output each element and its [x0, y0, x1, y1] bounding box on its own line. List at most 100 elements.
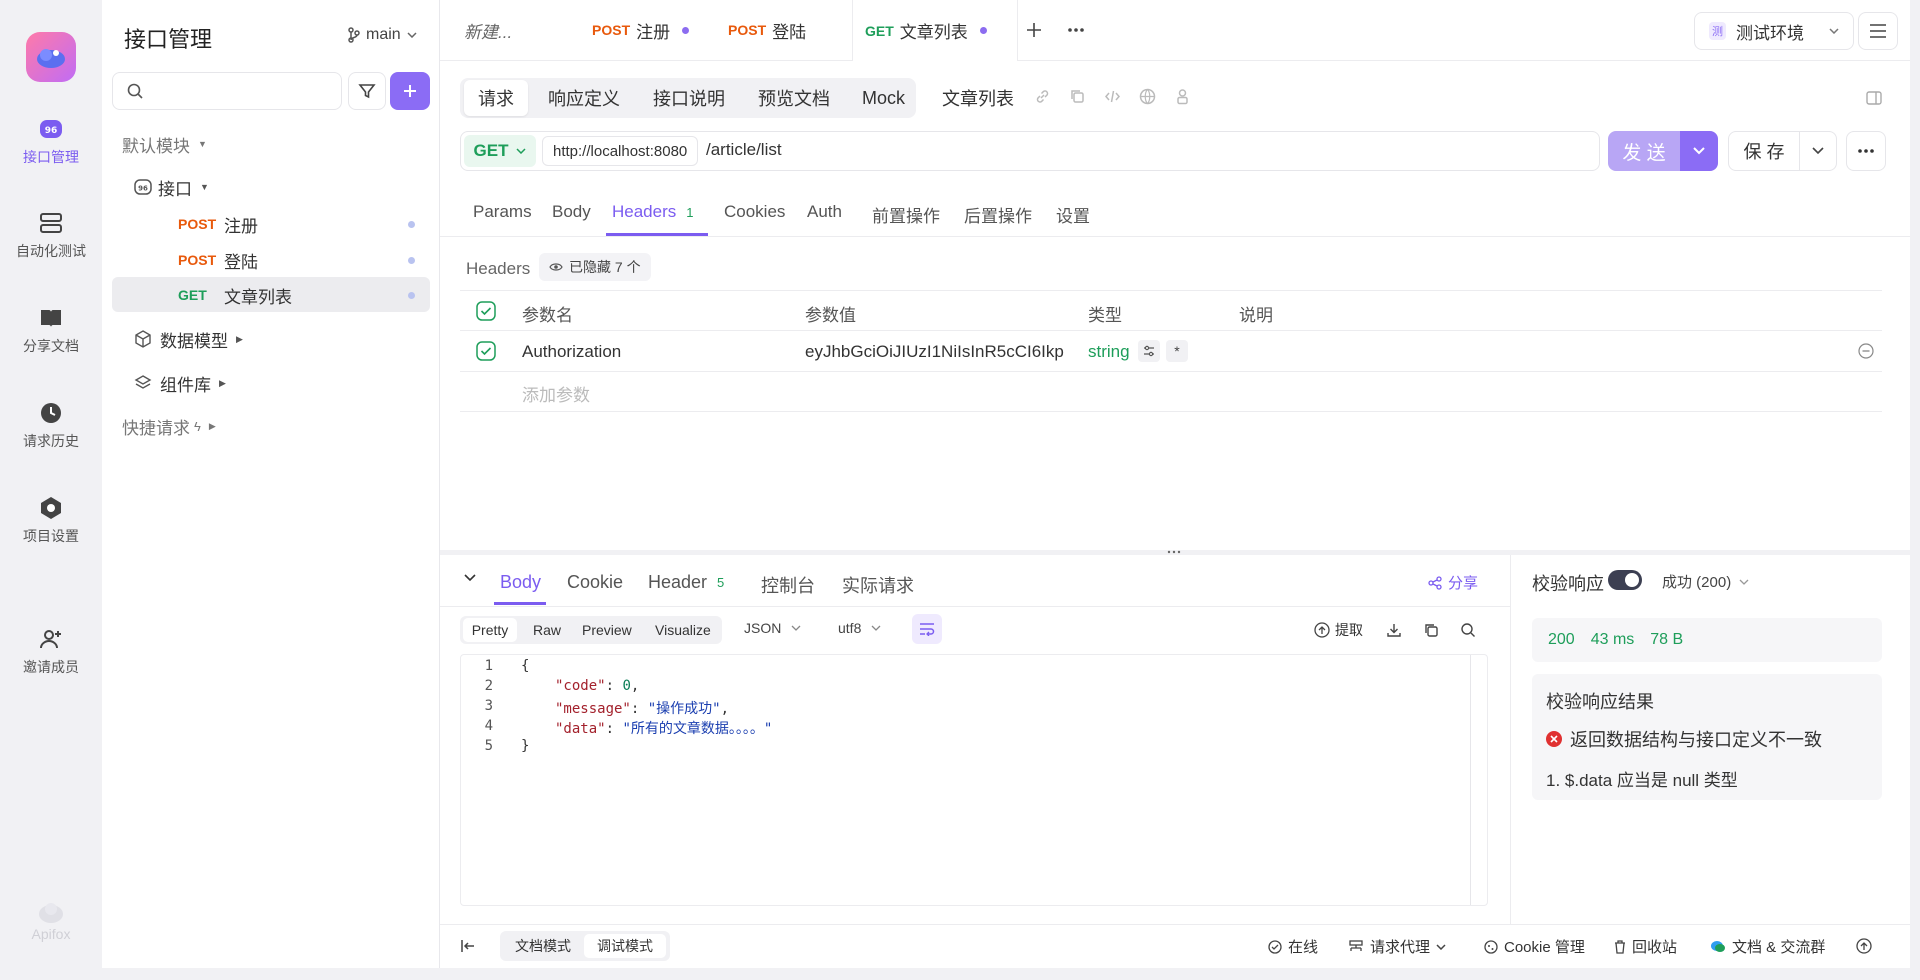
param-name-cell[interactable]: Authorization	[522, 342, 621, 362]
tab-cookies[interactable]: Cookies	[724, 202, 785, 222]
select-all-checkbox[interactable]	[476, 301, 496, 321]
extract-button[interactable]: 提取	[1314, 620, 1363, 640]
tab-article-list[interactable]: GET 文章列表	[852, 0, 1018, 61]
word-wrap-toggle[interactable]	[912, 614, 942, 644]
tab-login[interactable]: POST 登陆	[728, 0, 858, 60]
add-param-input[interactable]: 添加参数	[522, 381, 590, 406]
send-button[interactable]: 发 送	[1608, 131, 1680, 171]
doc-mode-button[interactable]: 文档模式	[503, 934, 583, 958]
segment-request[interactable]: 请求	[464, 80, 528, 116]
segment-mock[interactable]: Mock	[862, 80, 905, 116]
rail-invite[interactable]: 邀请成员	[0, 626, 102, 677]
environment-selector[interactable]: 测 测试环境	[1694, 12, 1854, 50]
main-menu-button[interactable]	[1858, 12, 1898, 50]
validate-status-select[interactable]: 成功 (200)	[1662, 571, 1749, 592]
folder-api[interactable]: 96 接口 ▼	[134, 170, 209, 204]
method-badge: POST	[178, 216, 217, 232]
online-status[interactable]: 在线	[1268, 936, 1318, 957]
collapse-sidebar-icon[interactable]	[460, 939, 476, 953]
rail-share-docs[interactable]: 分享文档	[0, 305, 102, 356]
sidebar-item-login[interactable]: POST 登陆	[178, 243, 430, 277]
rail-settings[interactable]: 项目设置	[0, 495, 102, 546]
resp-tab-cookie[interactable]: Cookie	[567, 572, 623, 593]
send-options-button[interactable]	[1680, 131, 1718, 171]
code-icon[interactable]	[1104, 88, 1121, 105]
drag-handle-icon[interactable]	[1167, 550, 1181, 554]
param-type-cell[interactable]: string	[1088, 342, 1130, 362]
tab-new[interactable]: 新建...	[464, 0, 594, 60]
add-button[interactable]	[390, 72, 430, 110]
search-icon[interactable]	[1460, 622, 1476, 638]
rail-history[interactable]: 请求历史	[0, 400, 102, 451]
quick-request[interactable]: 快捷请求 ϟ ▶	[122, 409, 216, 443]
resp-tab-header[interactable]: Header 5	[648, 572, 724, 593]
response-body-editor[interactable]: 1 2 3 4 5 { "code": 0, "message": "操作成功"…	[460, 654, 1488, 906]
required-toggle[interactable]: *	[1166, 340, 1188, 362]
default-module[interactable]: 默认模块 ▼	[122, 127, 207, 161]
search-input[interactable]	[112, 72, 342, 110]
copy-icon[interactable]	[1423, 622, 1439, 638]
app-logo[interactable]	[26, 32, 76, 82]
view-mode-visualize[interactable]: Visualize	[655, 618, 711, 642]
view-mode-raw[interactable]: Raw	[533, 618, 561, 642]
debug-mode-button[interactable]: 调试模式	[584, 934, 666, 958]
tab-body[interactable]: Body	[552, 202, 591, 222]
tab-settings[interactable]: 设置	[1056, 202, 1090, 227]
editor-scrollbar[interactable]	[1470, 655, 1471, 905]
segment-api-description[interactable]: 接口说明	[653, 80, 725, 116]
resp-tab-body[interactable]: Body	[500, 572, 541, 593]
link-icon[interactable]	[1034, 88, 1051, 105]
resp-tab-actual-request[interactable]: 实际请求	[842, 572, 914, 598]
sidebar-item-article-list[interactable]: GET 文章列表	[178, 278, 430, 312]
request-more-button[interactable]	[1846, 131, 1886, 171]
rail-automation[interactable]: 自动化测试	[0, 210, 102, 261]
param-settings-button[interactable]	[1138, 340, 1160, 362]
hidden-headers-toggle[interactable]: 已隐藏 7 个	[539, 253, 651, 281]
url-path-input[interactable]: /article/list	[706, 140, 782, 160]
sidebar-item-register[interactable]: POST 注册	[178, 207, 430, 241]
rail-api-management[interactable]: 96 接口管理	[0, 116, 102, 167]
method-select[interactable]: GET	[464, 135, 536, 167]
upload-circle-icon[interactable]	[1856, 938, 1872, 954]
tabs-more-button[interactable]	[1064, 18, 1088, 42]
validate-toggle[interactable]	[1608, 570, 1642, 590]
download-icon[interactable]	[1386, 622, 1402, 638]
new-tab-button[interactable]	[1022, 18, 1046, 42]
tab-headers[interactable]: Headers 1	[612, 202, 694, 222]
param-value-cell[interactable]: eyJhbGciOiJIUzI1NiIsInR5cCI6Ikp	[805, 342, 1064, 362]
data-model[interactable]: 数据模型 ▶	[134, 322, 243, 356]
globe-icon[interactable]	[1139, 88, 1156, 105]
segment-preview-docs[interactable]: 预览文档	[758, 80, 830, 116]
component-library[interactable]: 组件库 ▶	[134, 366, 226, 400]
view-mode-pretty[interactable]: Pretty	[463, 618, 517, 642]
row-enable-checkbox[interactable]	[476, 341, 496, 361]
toggle-side-panel-button[interactable]	[1862, 86, 1886, 110]
tab-register[interactable]: POST 注册	[592, 0, 726, 60]
view-mode-preview[interactable]: Preview	[582, 618, 632, 642]
copy-icon[interactable]	[1069, 88, 1086, 105]
plus-icon	[404, 85, 416, 97]
request-proxy[interactable]: 请求代理	[1348, 936, 1446, 957]
filter-button[interactable]	[348, 72, 386, 110]
tab-pre-actions[interactable]: 前置操作	[872, 202, 940, 227]
cookie-manager[interactable]: Cookie 管理	[1484, 936, 1585, 957]
save-options-button[interactable]	[1799, 131, 1837, 171]
api-folder-icon: 96	[134, 179, 152, 195]
share-response-button[interactable]: 分享	[1428, 572, 1478, 593]
resp-tab-console[interactable]: 控制台	[761, 572, 815, 598]
recycle-bin[interactable]: 回收站	[1614, 936, 1677, 957]
tab-auth[interactable]: Auth	[807, 202, 842, 222]
base-url-badge[interactable]: http://localhost:8080	[542, 136, 699, 166]
user-lock-icon[interactable]	[1174, 88, 1191, 105]
docs-community[interactable]: 文档 & 交流群	[1710, 936, 1825, 957]
collapse-response-icon[interactable]	[464, 574, 476, 582]
tab-params[interactable]: Params	[473, 202, 532, 222]
encoding-select[interactable]: utf8	[838, 620, 881, 636]
remove-row-icon[interactable]	[1858, 343, 1874, 359]
json-value: 0	[622, 678, 631, 694]
save-button[interactable]: 保 存	[1728, 131, 1800, 171]
segment-response-def[interactable]: 响应定义	[548, 80, 620, 116]
branch-selector[interactable]: main	[348, 26, 417, 44]
tab-post-actions[interactable]: 后置操作	[964, 202, 1032, 227]
format-select[interactable]: JSON	[744, 620, 801, 636]
